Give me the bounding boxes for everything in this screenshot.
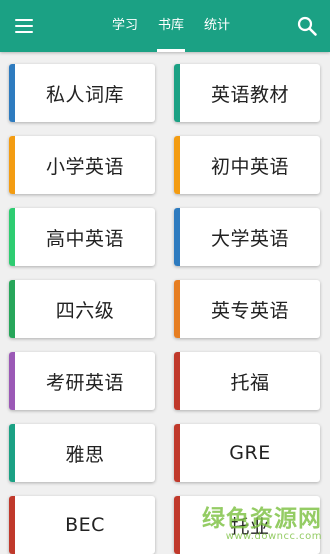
book-card-label: 考研英语	[45, 371, 124, 394]
tab-study[interactable]: 学习	[102, 0, 148, 52]
book-card-label: 初中英语	[210, 155, 289, 178]
book-card-label: 托业	[230, 515, 270, 538]
book-card-cet46[interactable]: 四六级	[9, 280, 155, 338]
book-card-toeic[interactable]: 托业	[174, 496, 320, 554]
book-card-label: 托福	[230, 371, 270, 394]
tab-bar: 学习 书库 统计	[102, 0, 240, 52]
book-card-label: 雅思	[65, 443, 105, 466]
book-card-primary[interactable]: 小学英语	[9, 136, 155, 194]
book-card-junior[interactable]: 初中英语	[174, 136, 320, 194]
book-card-toefl[interactable]: 托福	[174, 352, 320, 410]
book-card-senior[interactable]: 高中英语	[9, 208, 155, 266]
book-card-label: 英语教材	[210, 83, 289, 106]
book-card-label: 四六级	[55, 299, 115, 322]
tab-statistics[interactable]: 统计	[194, 0, 240, 52]
book-card-label: 英专英语	[210, 299, 289, 322]
book-card-private-vocab[interactable]: 私人词库	[9, 64, 155, 122]
book-card-college[interactable]: 大学英语	[174, 208, 320, 266]
search-icon[interactable]	[296, 15, 318, 37]
book-card-label: 私人词库	[45, 83, 124, 106]
book-card-textbook[interactable]: 英语教材	[174, 64, 320, 122]
book-card-bec[interactable]: BEC	[9, 496, 155, 554]
book-card-postgrad[interactable]: 考研英语	[9, 352, 155, 410]
book-card-ielts[interactable]: 雅思	[9, 424, 155, 482]
tab-library[interactable]: 书库	[148, 0, 194, 52]
book-card-tem[interactable]: 英专英语	[174, 280, 320, 338]
book-card-label: GRE	[229, 442, 271, 464]
book-card-label: BEC	[65, 514, 105, 536]
hamburger-menu-icon[interactable]	[14, 16, 36, 36]
book-card-label: 大学英语	[210, 227, 289, 250]
book-card-label: 小学英语	[45, 155, 124, 178]
top-app-bar: 学习 书库 统计	[0, 0, 330, 52]
book-card-label: 高中英语	[45, 227, 124, 250]
book-card-gre[interactable]: GRE	[174, 424, 320, 482]
